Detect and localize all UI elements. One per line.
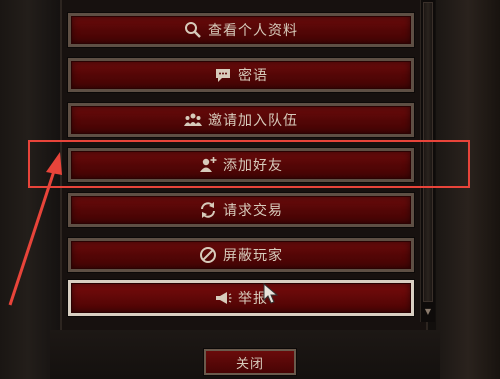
scroll-down-arrow-icon[interactable]: ▼ [423,306,433,318]
background-right [436,0,500,379]
close-label: 关闭 [235,356,264,372]
magnifier-icon [184,21,202,39]
trade-arrows-icon [199,201,217,219]
invite-party-label: 邀请加入队伍 [208,113,298,129]
mouse-cursor-icon [263,283,279,304]
chat-bubble-icon [214,66,232,84]
close-button[interactable]: 关闭 [203,348,297,376]
whisper-button[interactable]: 密语 [67,57,415,93]
highlight-box [28,140,470,188]
block-icon [199,246,217,264]
block-player-button[interactable]: 屏蔽玩家 [67,237,415,273]
block-player-label: 屏蔽玩家 [223,248,283,264]
report-button[interactable]: 举报 [67,279,415,317]
request-trade-label: 请求交易 [223,203,283,219]
whisper-label: 密语 [238,68,268,84]
group-icon [184,111,202,129]
background-left [0,0,62,379]
megaphone-icon [214,289,232,307]
request-trade-button[interactable]: 请求交易 [67,192,415,228]
view-profile-label: 查看个人资料 [208,23,298,39]
view-profile-button[interactable]: 查看个人资料 [67,12,415,48]
invite-party-button[interactable]: 邀请加入队伍 [67,102,415,138]
